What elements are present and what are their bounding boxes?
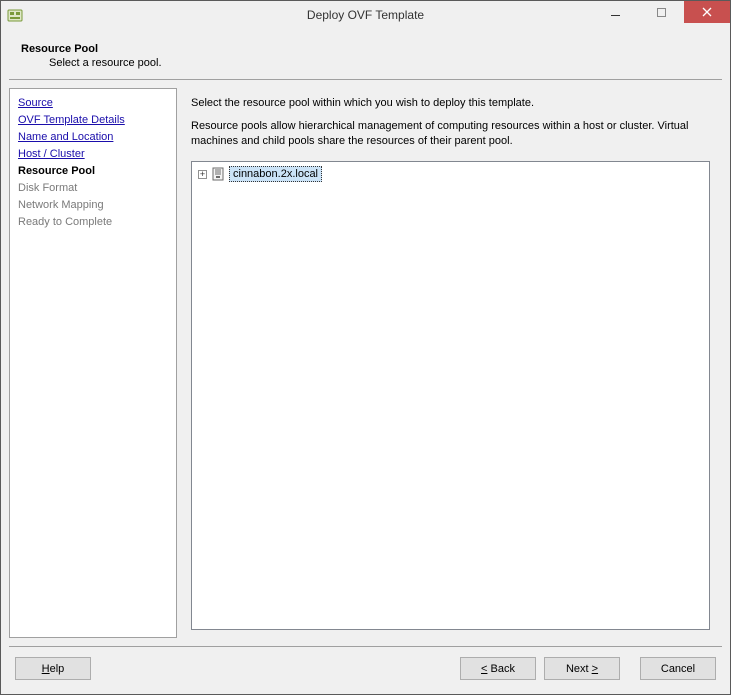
help-button[interactable]: Help bbox=[15, 657, 91, 680]
wizard-main-panel: Select the resource pool within which yo… bbox=[177, 88, 722, 638]
resource-pool-tree[interactable]: + cinnabon.2x.local bbox=[191, 161, 710, 630]
wizard-body: Source OVF Template Details Name and Loc… bbox=[1, 80, 730, 646]
close-icon bbox=[702, 7, 712, 17]
close-button[interactable] bbox=[684, 1, 730, 23]
wizard-footer: Help < Back Next > Cancel bbox=[1, 647, 730, 694]
tree-node-row[interactable]: + cinnabon.2x.local bbox=[198, 166, 703, 182]
next-button[interactable]: Next > bbox=[544, 657, 620, 680]
step-disk-format: Disk Format bbox=[18, 180, 168, 197]
step-ovf-template-details[interactable]: OVF Template Details bbox=[18, 112, 168, 129]
cancel-button[interactable]: Cancel bbox=[640, 657, 716, 680]
tree-node-selected[interactable]: cinnabon.2x.local bbox=[229, 166, 322, 182]
step-host-cluster[interactable]: Host / Cluster bbox=[18, 146, 168, 163]
titlebar[interactable]: Deploy OVF Template bbox=[1, 1, 730, 29]
app-icon bbox=[7, 7, 23, 23]
step-source[interactable]: Source bbox=[18, 95, 168, 112]
dialog-window: Deploy OVF Template Resource Pool Select… bbox=[0, 0, 731, 695]
minimize-button[interactable] bbox=[592, 1, 638, 23]
tree-expander-icon[interactable]: + bbox=[198, 170, 207, 179]
maximize-button[interactable] bbox=[638, 1, 684, 23]
step-resource-pool: Resource Pool bbox=[18, 163, 168, 180]
wizard-header: Resource Pool Select a resource pool. bbox=[1, 29, 730, 79]
step-ready-to-complete: Ready to Complete bbox=[18, 214, 168, 231]
wizard-steps-sidebar: Source OVF Template Details Name and Loc… bbox=[9, 88, 177, 638]
back-button[interactable]: < Back bbox=[460, 657, 536, 680]
step-network-mapping: Network Mapping bbox=[18, 197, 168, 214]
page-title: Resource Pool bbox=[21, 43, 710, 55]
instruction-text-1: Select the resource pool within which yo… bbox=[191, 96, 710, 111]
host-icon bbox=[211, 167, 225, 181]
instruction-text-2: Resource pools allow hierarchical manage… bbox=[191, 119, 710, 149]
step-name-and-location[interactable]: Name and Location bbox=[18, 129, 168, 146]
page-subtitle: Select a resource pool. bbox=[21, 55, 710, 69]
